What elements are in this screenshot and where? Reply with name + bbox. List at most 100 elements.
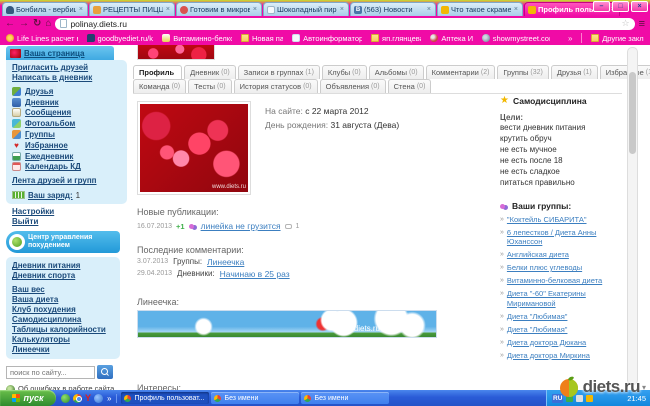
bookmark-item[interactable]: Автоинформатор - Site bbox=[292, 34, 362, 43]
task-button[interactable]: Без имени bbox=[301, 392, 389, 404]
sport-diary-link[interactable]: Дневник спорта bbox=[12, 271, 114, 281]
tab-status-history[interactable]: История статусов(0) bbox=[234, 79, 318, 93]
browser-tab-2[interactable]: РЕЦЕПТЫ ПИЦЦЫ Д... × bbox=[89, 2, 175, 16]
tab-close-icon[interactable]: × bbox=[252, 6, 258, 13]
tab-albums[interactable]: Альбомы(0) bbox=[369, 65, 424, 79]
browser-tab-4[interactable]: Шоколадный пирог × bbox=[263, 2, 349, 16]
logout-link[interactable]: Выйти bbox=[12, 217, 127, 227]
sidebar-item-label[interactable]: Сообщения bbox=[25, 108, 71, 117]
site-search-input[interactable] bbox=[6, 366, 95, 379]
browser-menu-icon[interactable]: ≡ bbox=[639, 18, 645, 30]
settings-link[interactable]: Настройки bbox=[12, 207, 127, 217]
comment-link[interactable]: Линеечка bbox=[207, 257, 244, 267]
close-button[interactable]: × bbox=[631, 1, 648, 12]
tab-tests[interactable]: Тесты(0) bbox=[188, 79, 231, 93]
tab-close-icon[interactable]: × bbox=[513, 6, 519, 13]
bookmark-star-icon[interactable]: ☆ bbox=[622, 18, 630, 29]
friends-feed-link[interactable]: Лента друзей и групп bbox=[12, 176, 121, 185]
tab-diary[interactable]: Дневник(0) bbox=[184, 65, 236, 79]
sidebar-item-label[interactable]: Календарь КД bbox=[25, 162, 81, 171]
diets-ru-logo[interactable]: diets.ru ▾ bbox=[557, 375, 646, 399]
back-button[interactable]: ← bbox=[5, 17, 15, 30]
tab-group-posts[interactable]: Записи в группах(1) bbox=[238, 65, 320, 79]
group-link-item[interactable]: »6 лепестков / Диета Анны Юханссон bbox=[500, 228, 626, 247]
quick-launch-overflow-icon[interactable]: » bbox=[107, 394, 111, 403]
group-link-item[interactable]: »Диета доктора Дюкана bbox=[500, 338, 626, 348]
tab-close-icon[interactable]: × bbox=[165, 6, 171, 13]
rulers-link[interactable]: Линеечки bbox=[12, 345, 114, 355]
sidebar-item-label[interactable]: Фотоальбом bbox=[25, 119, 75, 128]
group-link[interactable]: Диета "-60" Екатерины Миримановой bbox=[507, 289, 626, 308]
sidebar-item-calendar[interactable]: Календарь КД bbox=[12, 162, 121, 173]
quick-launch-icon[interactable] bbox=[94, 394, 103, 403]
search-button[interactable] bbox=[97, 365, 113, 379]
group-link[interactable]: Диета "Любимая" bbox=[507, 325, 568, 335]
address-bar[interactable]: polinay.diets.ru ☆ bbox=[55, 18, 634, 30]
minimize-button[interactable]: – bbox=[593, 1, 610, 12]
tab-close-icon[interactable]: × bbox=[78, 6, 84, 13]
write-diary-link[interactable]: Написать в дневник bbox=[12, 73, 121, 83]
start-button[interactable]: пуск bbox=[0, 390, 56, 406]
browser-tab-5[interactable]: B (563) Новости × bbox=[350, 2, 436, 16]
sidebar-item-planner[interactable]: Ежедневник bbox=[12, 151, 121, 162]
profile-avatar[interactable]: www.diets.ru bbox=[137, 101, 251, 195]
browser-tab-6[interactable]: Что такое скрамеш... × bbox=[437, 2, 523, 16]
tab-clubs[interactable]: Клубы(0) bbox=[322, 65, 367, 79]
sidebar-item-label[interactable]: Группы bbox=[25, 130, 55, 139]
tab-groups[interactable]: Группы(32) bbox=[497, 65, 548, 79]
group-link-item[interactable]: »"Коктейль СИБАРИТА" bbox=[500, 215, 626, 225]
task-button[interactable]: Без имени bbox=[211, 392, 299, 404]
group-link-item[interactable]: »Диета "Любимая" bbox=[500, 325, 626, 335]
group-link-item[interactable]: »Белки плюс углеводы bbox=[500, 263, 626, 273]
restore-button[interactable]: □ bbox=[612, 1, 629, 12]
forward-button[interactable]: → bbox=[19, 17, 29, 30]
tab-comments[interactable]: Комментарии(2) bbox=[426, 65, 496, 79]
browser-tab-3[interactable]: Готовим в микровол... × bbox=[176, 2, 262, 16]
your-weight-link[interactable]: Ваш вес bbox=[12, 285, 114, 295]
group-link[interactable]: Диета "Любимая" bbox=[507, 312, 568, 322]
bookmark-item[interactable]: Витаминно-белковая... bbox=[162, 34, 232, 43]
tab-team[interactable]: Команда(0) bbox=[133, 79, 186, 93]
bookmark-item[interactable]: Life Lines расчет веса... bbox=[6, 34, 78, 43]
tab-profile[interactable]: Профиль bbox=[133, 65, 182, 79]
yandex-icon[interactable]: Y bbox=[85, 394, 91, 403]
group-link[interactable]: Диета доктора Дюкана bbox=[507, 338, 586, 348]
sidebar-tab-your-page[interactable]: Ваша страница bbox=[6, 46, 114, 60]
sidebar-item-friends[interactable]: Друзья bbox=[12, 86, 121, 97]
group-link-item[interactable]: »Диета "Любимая" bbox=[500, 312, 626, 322]
tab-favorites[interactable]: Избранное(183) bbox=[600, 65, 650, 79]
comment-link[interactable]: Начинаю в 25 раз bbox=[220, 269, 290, 279]
bookmark-item[interactable]: яп.глянцевание bbox=[371, 34, 421, 43]
task-button-active[interactable]: Профиль пользоват... bbox=[121, 392, 209, 404]
your-diet-link[interactable]: Ваша диета bbox=[12, 295, 114, 305]
other-bookmarks-button[interactable]: Другие закладки bbox=[591, 34, 644, 43]
reload-button[interactable]: ↻ bbox=[33, 17, 41, 30]
chrome-icon[interactable] bbox=[73, 394, 82, 403]
calorie-tables-link[interactable]: Таблицы калорийности bbox=[12, 325, 114, 335]
sidebar-item-label[interactable]: Друзья bbox=[25, 87, 53, 96]
quick-launch-icon[interactable] bbox=[61, 394, 70, 403]
group-link[interactable]: Английская диета bbox=[507, 250, 569, 260]
group-link[interactable]: Диета доктора Миркина bbox=[507, 351, 590, 361]
sidebar-item-label[interactable]: Избранное bbox=[25, 141, 68, 150]
weight-control-center-banner[interactable]: Центр управления похудением bbox=[6, 231, 120, 253]
sidebar-item-label[interactable]: Дневник bbox=[25, 98, 59, 107]
bookmark-item[interactable]: Новая папка bbox=[241, 34, 283, 43]
sidebar-item-diary[interactable]: Дневник bbox=[12, 97, 121, 108]
group-link-item[interactable]: »Витаминно-белковая диета bbox=[500, 276, 626, 286]
group-link-item[interactable]: »Диета "-60" Екатерины Миримановой bbox=[500, 289, 626, 308]
bookmark-item[interactable]: showmystreet.com - f... bbox=[482, 34, 550, 43]
tab-announcements[interactable]: Объявления(0) bbox=[320, 79, 386, 93]
page-scrollbar[interactable] bbox=[627, 47, 638, 385]
food-diary-link[interactable]: Дневник питания bbox=[12, 261, 114, 271]
scrollbar-thumb[interactable] bbox=[629, 72, 636, 154]
self-discipline-link[interactable]: Самодисциплина bbox=[12, 315, 114, 325]
browser-tab-1[interactable]: Бонбила - вербицко... × bbox=[2, 2, 88, 16]
tab-friends[interactable]: Друзья(1) bbox=[551, 65, 598, 79]
address-text[interactable]: polinay.diets.ru bbox=[70, 19, 618, 29]
home-button[interactable]: ⌂ bbox=[45, 17, 51, 30]
group-link-item[interactable]: »Английская диета bbox=[500, 250, 626, 260]
group-link[interactable]: "Коктейль СИБАРИТА" bbox=[507, 215, 587, 225]
invite-friends-link[interactable]: Пригласить друзей bbox=[12, 63, 121, 73]
sidebar-item-label[interactable]: Ежедневник bbox=[25, 152, 73, 161]
